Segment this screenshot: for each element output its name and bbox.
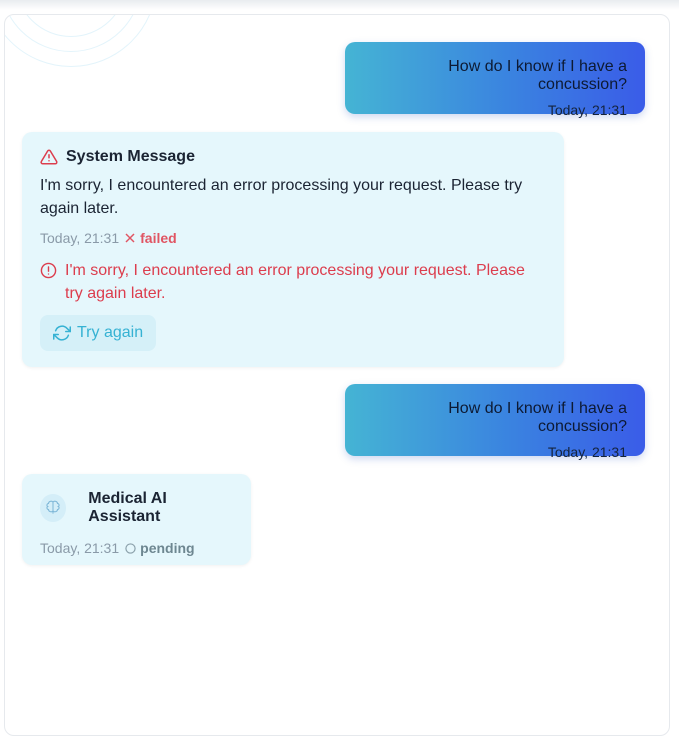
assistant-header: Medical AI Assistant	[40, 490, 233, 526]
user-message-time: Today, 21:31	[547, 102, 627, 118]
assistant-meta: Today, 21:31 pending	[40, 540, 233, 556]
status-pending: pending	[125, 540, 195, 556]
warning-triangle-icon	[40, 148, 58, 166]
system-message-meta: Today, 21:31 failed	[40, 230, 546, 246]
user-message-time: Today, 21:31	[547, 444, 627, 460]
brain-icon	[40, 494, 67, 522]
user-message: How do I know if I have a concussion? To…	[345, 42, 645, 118]
chat-panel[interactable]: How do I know if I have a concussion? To…	[4, 14, 670, 736]
assistant-message: Medical AI Assistant Today, 21:31 pendin…	[22, 474, 251, 565]
x-icon	[125, 233, 135, 243]
status-failed: failed	[125, 230, 177, 246]
status-pending-label: pending	[140, 540, 195, 556]
error-message: I'm sorry, I encountered an error proces…	[40, 259, 546, 305]
system-message-title: System Message	[66, 148, 195, 165]
assistant-time: Today, 21:31	[40, 540, 120, 556]
user-message: How do I know if I have a concussion? To…	[345, 384, 645, 460]
system-message: System Message I'm sorry, I encountered …	[22, 132, 564, 367]
top-shadow	[0, 0, 679, 10]
user-message-text: How do I know if I have a concussion?	[448, 58, 627, 93]
refresh-icon	[53, 324, 71, 342]
system-message-body: I'm sorry, I encountered an error proces…	[40, 177, 523, 217]
user-message-text: How do I know if I have a concussion?	[448, 400, 627, 435]
assistant-name: Medical AI Assistant	[88, 490, 167, 525]
circle-icon	[125, 542, 136, 554]
try-again-button[interactable]: Try again	[40, 315, 157, 351]
system-message-time: Today, 21:31	[40, 230, 120, 246]
try-again-label: Try again	[77, 324, 144, 341]
system-message-header: System Message	[40, 148, 546, 166]
error-message-text: I'm sorry, I encountered an error proces…	[65, 262, 525, 302]
status-failed-label: failed	[140, 230, 177, 246]
alert-circle-icon	[40, 262, 57, 305]
